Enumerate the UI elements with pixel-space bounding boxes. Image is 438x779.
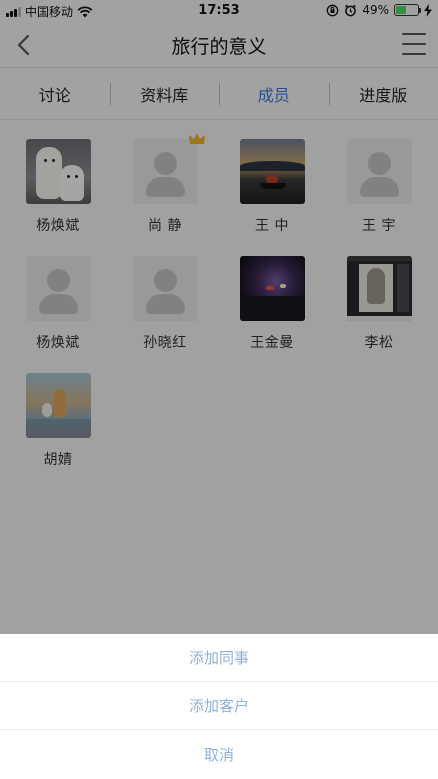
action-sheet: 添加同事 添加客户 取消 [0, 634, 438, 779]
add-customer-button[interactable]: 添加客户 [0, 682, 438, 730]
add-colleague-button[interactable]: 添加同事 [0, 634, 438, 682]
cancel-button[interactable]: 取消 [0, 730, 438, 778]
dim-overlay[interactable] [0, 0, 438, 634]
